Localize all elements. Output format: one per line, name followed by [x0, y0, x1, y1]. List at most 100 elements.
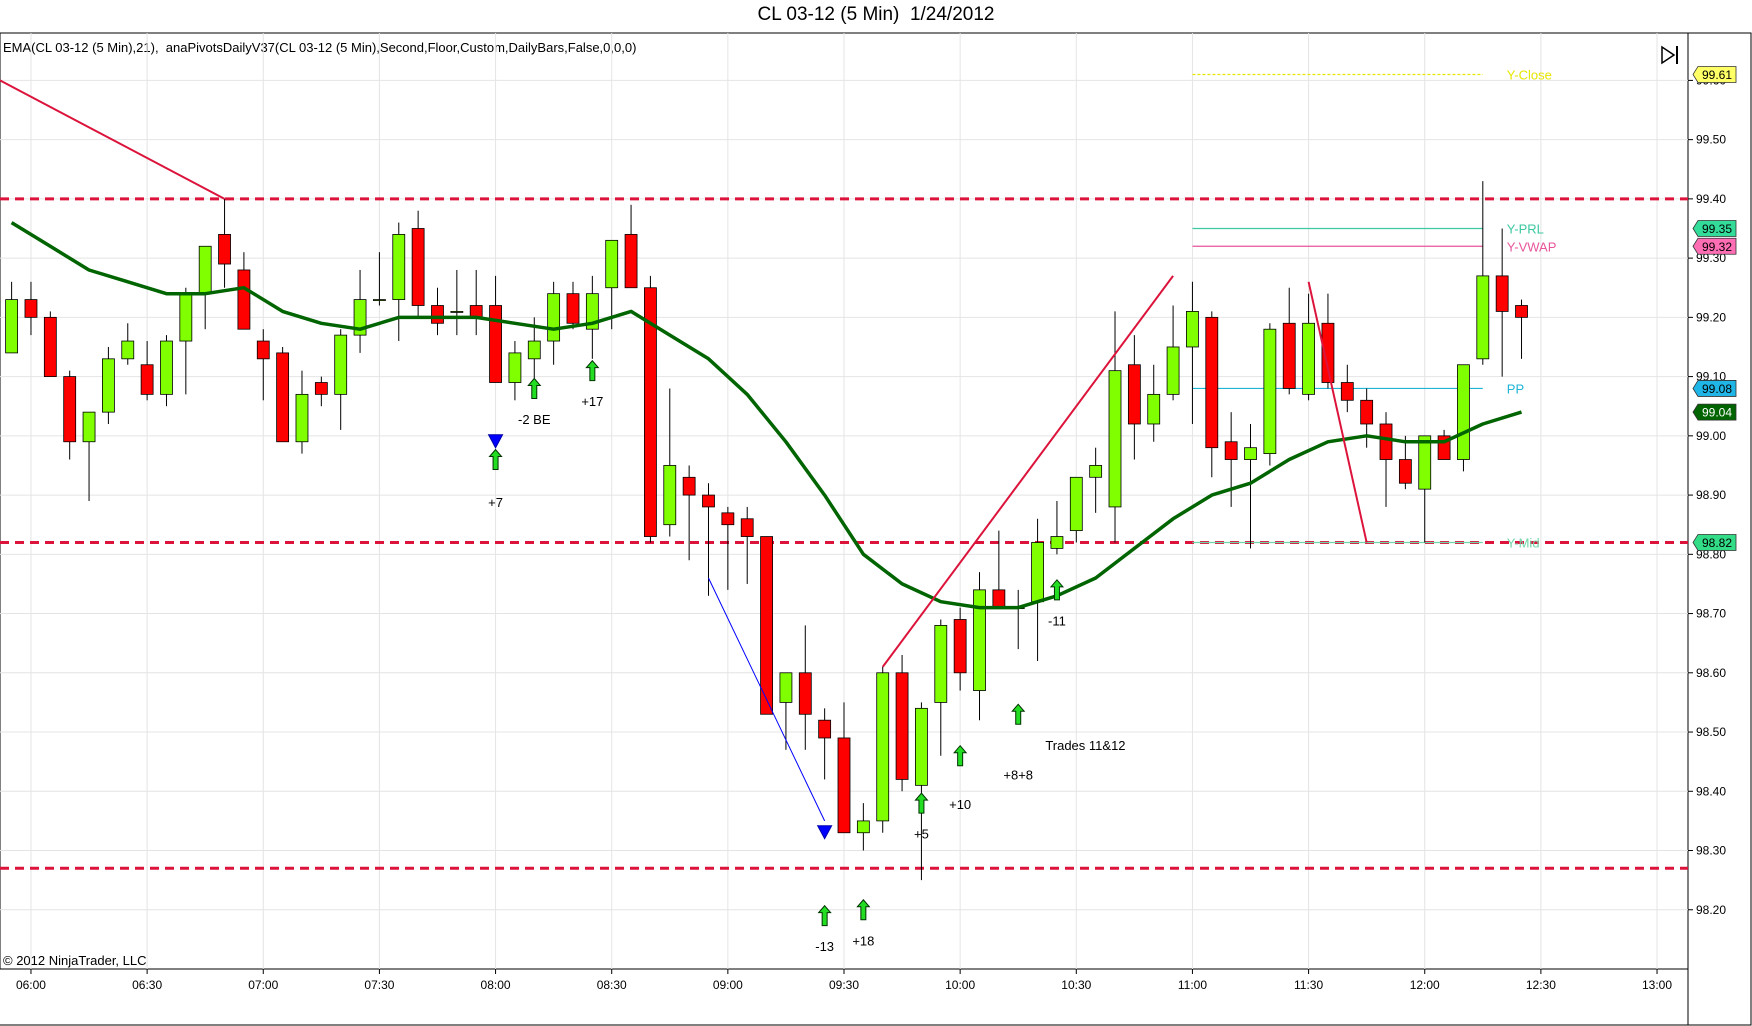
- candle-body-down: [1205, 316, 1219, 449]
- price-badge: 99.35: [1702, 222, 1732, 236]
- candle-body-down: [237, 269, 251, 330]
- buy-arrow-icon: [527, 377, 542, 399]
- candle-body-up: [1108, 370, 1122, 508]
- candle-body-up: [1089, 465, 1103, 478]
- candle-body-down: [798, 672, 812, 715]
- sell-arrow-icon: [816, 825, 833, 840]
- x-tick-label: 12:30: [1526, 978, 1556, 992]
- candle-body-up: [663, 465, 677, 526]
- candle-body-down: [740, 518, 754, 537]
- candle-body-up: [1186, 311, 1199, 348]
- y-tick-label: 98.30: [1696, 844, 1726, 858]
- candle-body-up: [779, 672, 793, 703]
- pivot-level-label: Y-PRL: [1507, 221, 1544, 236]
- candle-body-up: [1147, 393, 1161, 425]
- trade-annotation: +8+8: [1003, 767, 1033, 782]
- candle-body-down: [469, 305, 483, 318]
- candle-body-down: [992, 589, 1006, 609]
- candle-body-up: [527, 340, 541, 360]
- y-tick-label: 98.20: [1696, 903, 1726, 917]
- x-tick-label: 11:30: [1294, 978, 1323, 992]
- y-tick-label: 99.50: [1696, 133, 1726, 147]
- trend-line: [881, 275, 1174, 668]
- y-tick-label: 98.50: [1696, 725, 1726, 739]
- candle-body-down: [314, 382, 328, 395]
- pivot-level-label: Y-VWAP: [1507, 239, 1557, 254]
- candle-body-up: [198, 245, 212, 295]
- candle-body-down: [140, 364, 154, 395]
- x-tick-label: 10:00: [945, 978, 975, 992]
- candle-body-up: [1476, 275, 1490, 360]
- candle-body-down: [1515, 305, 1528, 318]
- candle-body-down: [566, 293, 580, 324]
- candle-body-down: [218, 234, 231, 265]
- candle-body-up: [915, 707, 928, 786]
- candle-body-down: [1360, 399, 1374, 425]
- y-tick-label: 99.00: [1696, 429, 1726, 443]
- x-tick-label: 09:30: [829, 978, 859, 992]
- sell-arrow-icon: [487, 434, 504, 449]
- x-tick-label: 09:00: [713, 978, 743, 992]
- pivot-level-label: PP: [1507, 381, 1524, 396]
- candle-body-down: [702, 494, 715, 508]
- candle-body-down: [1398, 459, 1412, 484]
- candle-body-down: [624, 234, 638, 289]
- price-chart[interactable]: Y-Close Y-PRL Y-VWAP PP Y-Mid +7 -2 BE +17 -13 +…: [0, 0, 1752, 1026]
- y-tick-label: 98.90: [1696, 488, 1726, 502]
- buy-arrow-icon: [953, 744, 968, 767]
- candle-body-down: [256, 340, 270, 360]
- right-axis-frame: [1687, 32, 1752, 1026]
- candle-body-down: [1282, 322, 1296, 389]
- candle-body-up: [934, 625, 948, 703]
- x-tick-label: 10:30: [1061, 978, 1091, 992]
- candle-body-up: [373, 299, 386, 301]
- candle-body-down: [953, 619, 967, 674]
- candle-body-down: [895, 672, 909, 780]
- candle-body-up: [160, 340, 173, 395]
- candle-body-up: [1069, 476, 1083, 532]
- candle-body-up: [1050, 536, 1064, 549]
- candle-body-down: [1127, 364, 1141, 425]
- x-tick-label: 07:30: [364, 978, 394, 992]
- y-tick-label: 98.40: [1696, 784, 1726, 798]
- trade-annotation: -2 BE: [518, 412, 551, 427]
- price-badge: 99.32: [1702, 240, 1732, 254]
- candle-body-down: [1340, 382, 1354, 401]
- candle-body-down: [1379, 423, 1393, 460]
- candle-body-up: [392, 234, 406, 300]
- candle-body-up: [450, 311, 464, 313]
- candle-body-up: [5, 299, 19, 354]
- pivot-level-label: Y-Mid: [1507, 535, 1540, 550]
- candle-body-up: [1166, 346, 1180, 395]
- candle-body-up: [295, 393, 309, 443]
- pivot-level-label: Y-Close: [1507, 67, 1552, 82]
- y-tick-label: 99.20: [1696, 310, 1726, 324]
- candle-body-up: [605, 239, 619, 289]
- trade-annotation: +5: [914, 827, 929, 842]
- trade-annotation: +18: [852, 933, 874, 948]
- x-tick-label: 07:00: [248, 978, 278, 992]
- price-badge: 99.61: [1702, 68, 1732, 82]
- x-axis: 06:00 06:30 07:00 07:30 08:00 08:30 09:00 09:30…: [16, 969, 1672, 992]
- price-badge: 98.82: [1702, 536, 1732, 550]
- candle-body-down: [837, 737, 851, 834]
- price-badge: 99.08: [1702, 382, 1732, 396]
- x-tick-label: 06:30: [132, 978, 162, 992]
- buy-arrow-icon: [914, 792, 929, 814]
- trade-annotation: +7: [488, 495, 503, 510]
- candle-body-down: [276, 352, 290, 443]
- candle-body-up: [334, 334, 348, 395]
- ema-price-badge: 99.04: [1702, 406, 1732, 420]
- x-tick-label: 12:00: [1410, 978, 1440, 992]
- play-to-end-icon[interactable]: [1659, 44, 1679, 65]
- candle-body-up: [1031, 542, 1044, 603]
- candle-body-up: [1263, 328, 1277, 455]
- candle-body-down: [411, 228, 425, 306]
- candle-body-up: [121, 340, 135, 360]
- candle-body-up: [876, 672, 890, 822]
- candle-body-down: [63, 376, 77, 443]
- candle-body-down: [1495, 275, 1509, 312]
- candle-body-down: [431, 305, 444, 324]
- candle-body-down: [818, 719, 832, 739]
- candle-body-down: [1224, 441, 1238, 460]
